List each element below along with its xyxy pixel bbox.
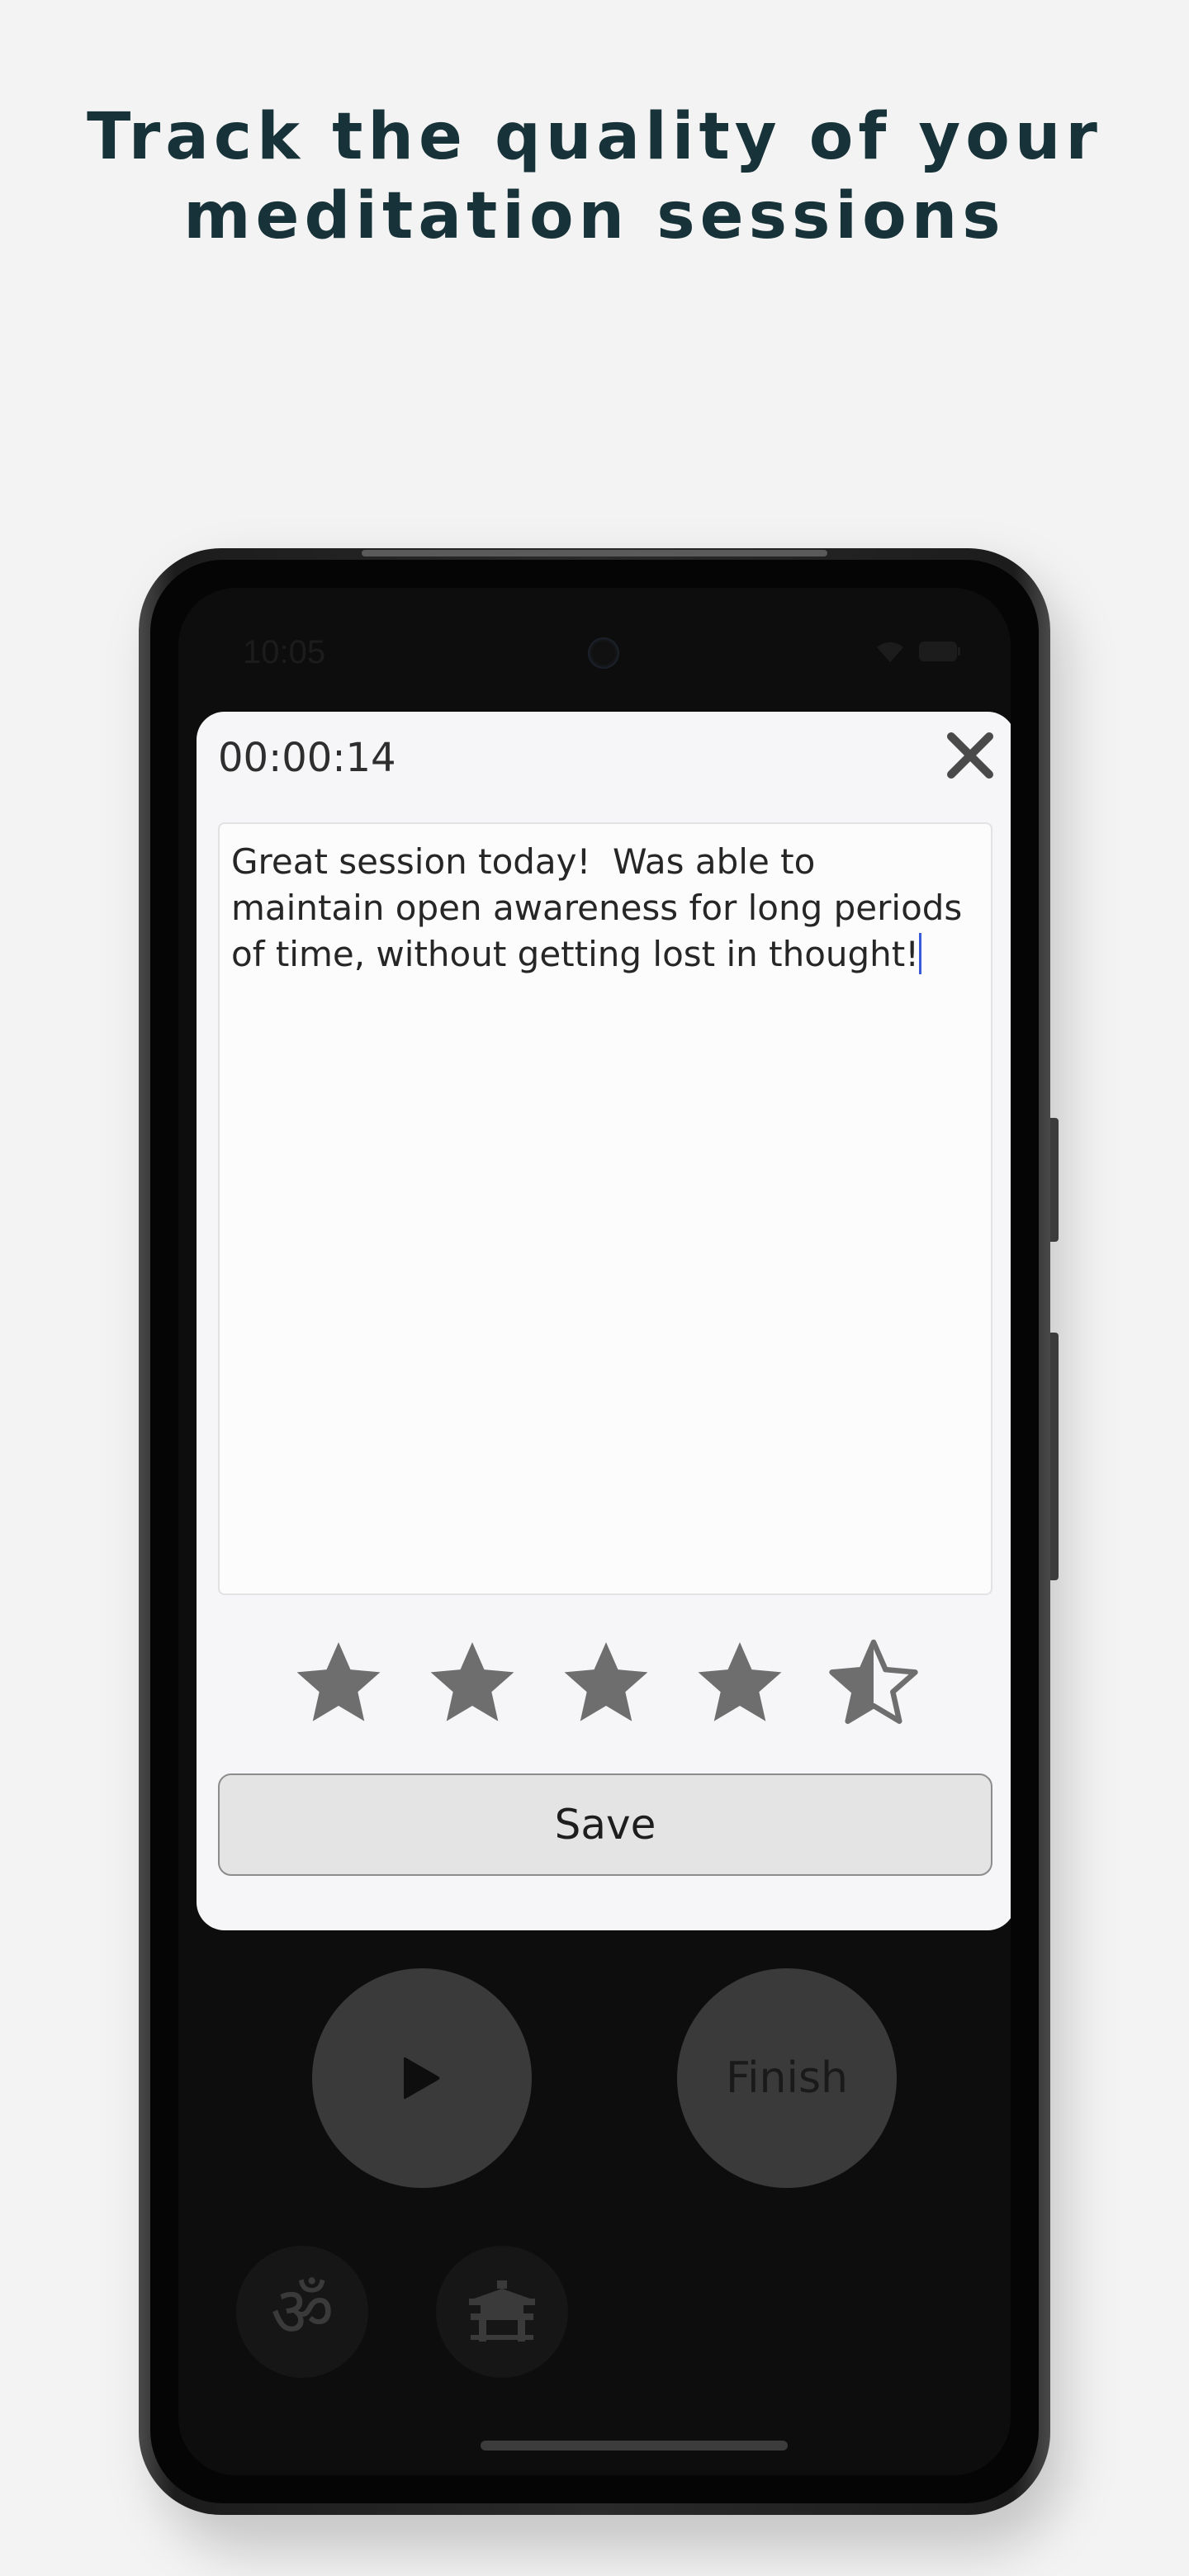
om-icon: ॐ xyxy=(270,2271,334,2352)
star-4[interactable] xyxy=(694,1636,786,1729)
status-time: 10:05 xyxy=(243,634,326,670)
status-icons xyxy=(874,639,961,664)
close-icon xyxy=(947,732,993,779)
phone-bezel: 10:05 00:00:14 Great session today! Was … xyxy=(150,560,1039,2503)
star-rating xyxy=(197,1636,1011,1729)
phone-frame: 10:05 00:00:14 Great session today! Was … xyxy=(139,548,1059,2515)
battery-icon xyxy=(919,642,960,661)
home-indicator[interactable] xyxy=(481,2441,788,2451)
text-caret xyxy=(919,933,922,974)
volume-up-button xyxy=(1050,1118,1059,1242)
phone-screen: 10:05 00:00:14 Great session today! Was … xyxy=(178,588,1011,2475)
session-notes-textarea[interactable]: Great session today! Was able to maintai… xyxy=(218,822,992,1595)
wifi-icon xyxy=(877,642,903,662)
close-button[interactable] xyxy=(941,727,999,784)
om-button[interactable]: ॐ xyxy=(236,2246,368,2378)
session-timer: 00:00:14 xyxy=(218,735,396,781)
power-button xyxy=(1050,1333,1059,1580)
headline: Track the quality of your meditation ses… xyxy=(0,97,1189,256)
phone-top-slit xyxy=(362,550,827,556)
front-camera xyxy=(588,637,619,669)
star-2[interactable] xyxy=(426,1636,519,1729)
headline-line-1: Track the quality of your xyxy=(87,100,1102,174)
star-1[interactable] xyxy=(292,1636,385,1729)
temple-icon xyxy=(469,2280,535,2342)
session-notes-dialog: 00:00:14 Great session today! Was able t… xyxy=(197,712,1011,1930)
play-icon xyxy=(404,2057,440,2100)
finish-label: Finish xyxy=(725,2053,849,2103)
finish-button[interactable]: Finish xyxy=(677,1968,897,2188)
headline-line-2: meditation sessions xyxy=(183,179,1006,253)
session-notes-text: Great session today! Was able to maintai… xyxy=(231,841,973,974)
temple-button[interactable] xyxy=(436,2246,568,2378)
star-3[interactable] xyxy=(560,1636,652,1729)
save-button[interactable]: Save xyxy=(218,1773,992,1876)
star-5-half[interactable] xyxy=(827,1636,920,1729)
play-button[interactable] xyxy=(312,1968,532,2188)
